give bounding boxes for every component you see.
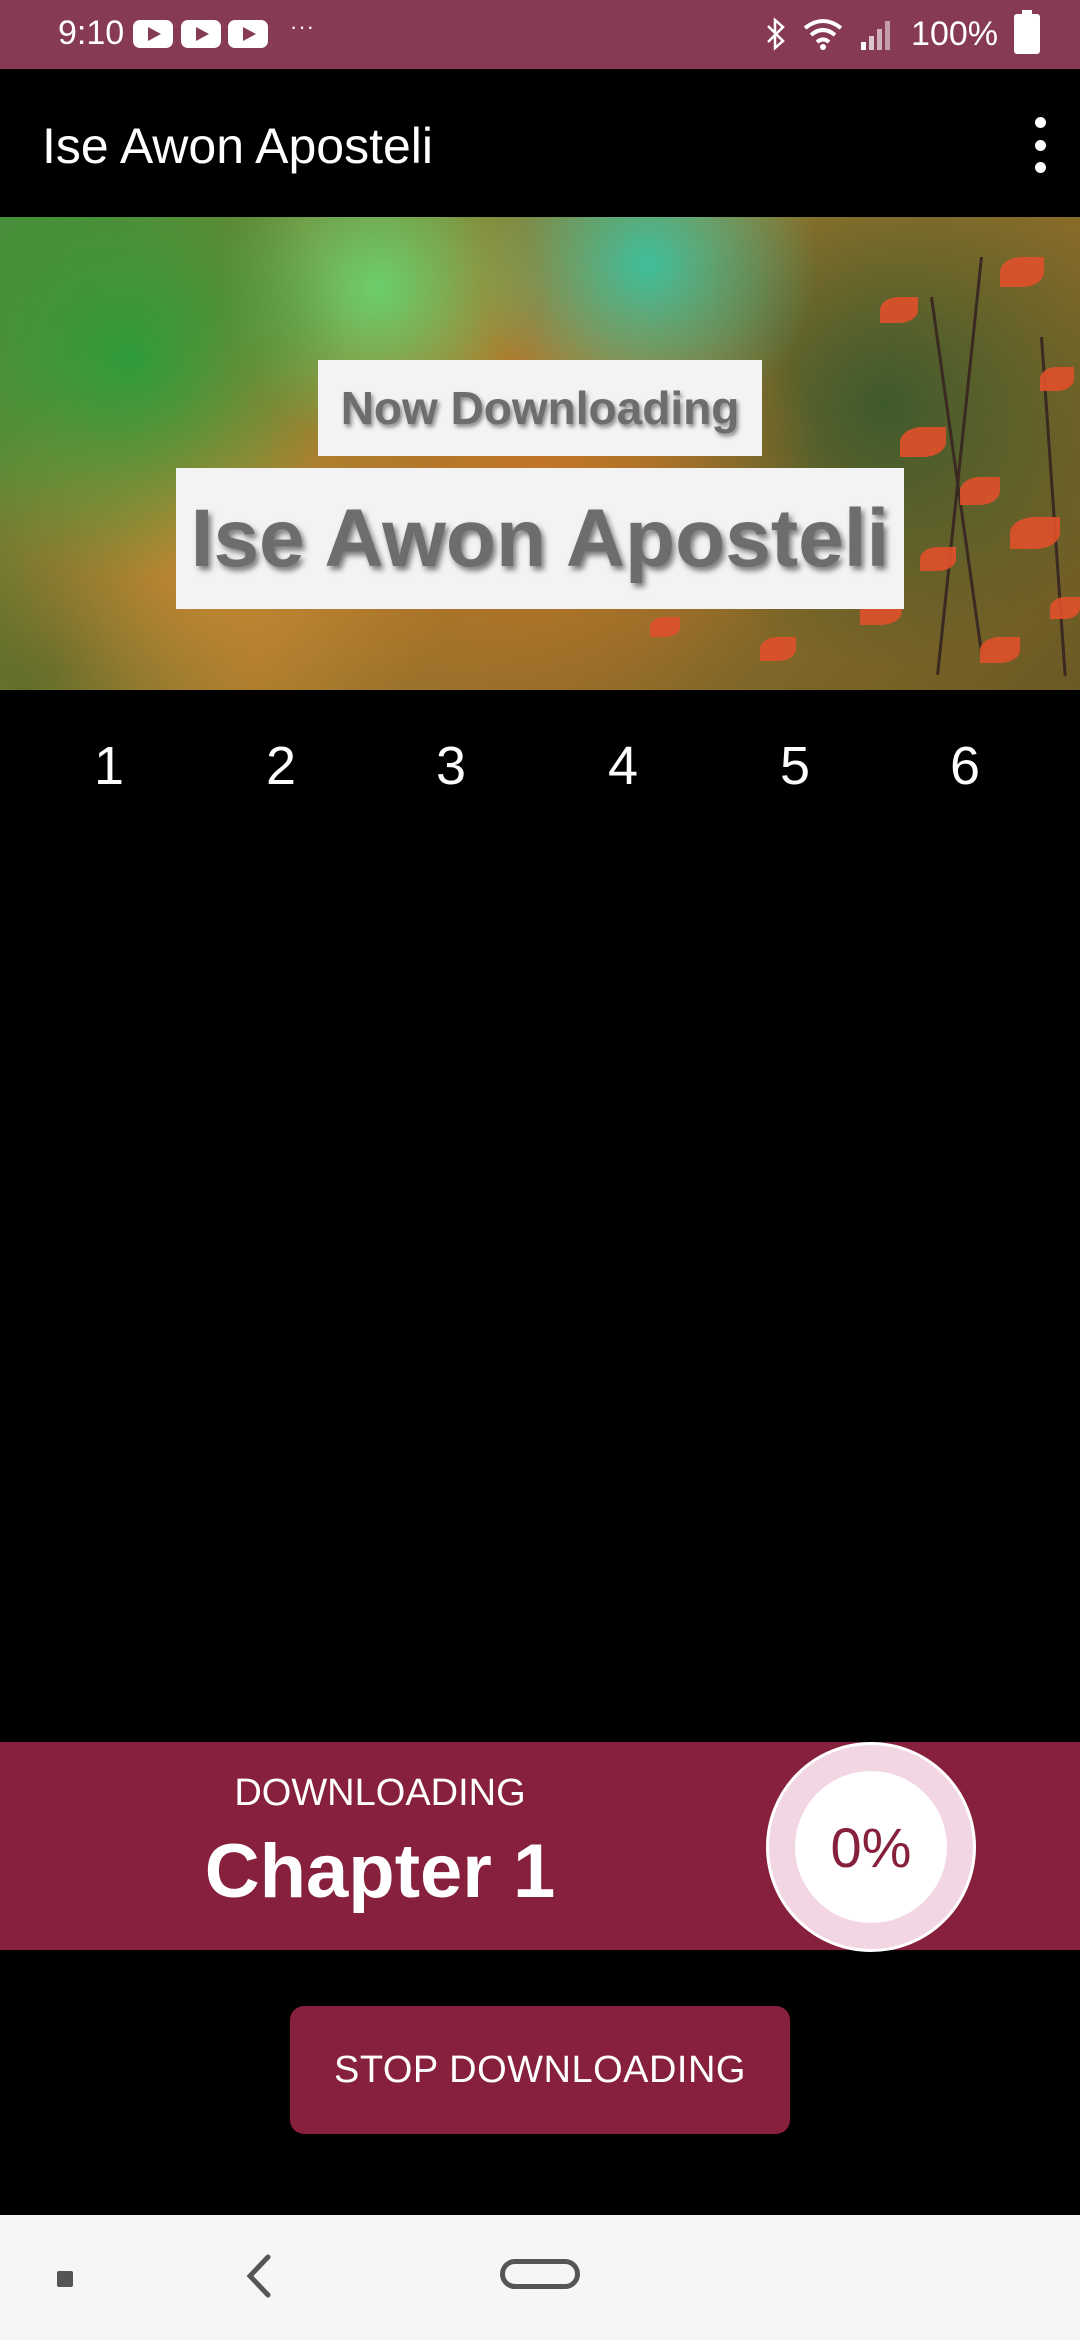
decorative-leaf [1040, 367, 1074, 391]
banner-image: Now Downloading Ise Awon Aposteli [0, 217, 1080, 690]
youtube-icon [228, 20, 268, 48]
progress-inner: 0% [795, 1771, 947, 1923]
chapter-item[interactable]: 4 [578, 735, 668, 797]
banner-book-title: Ise Awon Aposteli [176, 468, 904, 609]
decorative-leaf [980, 637, 1020, 663]
downloading-chapter: Chapter 1 [204, 1829, 556, 1914]
chapter-item[interactable]: 6 [920, 735, 1010, 797]
chapter-list: 1 2 3 4 5 6 [0, 735, 1080, 805]
progress-percent: 0% [830, 1815, 912, 1879]
decorative-leaf [920, 547, 956, 571]
decorative-leaf [1010, 517, 1060, 549]
download-status-label: DOWNLOADING [234, 1772, 526, 1814]
home-icon[interactable] [500, 2259, 580, 2289]
app-bar: Ise Awon Aposteli [0, 69, 1080, 217]
decorative-leaf [650, 617, 680, 637]
stop-downloading-button[interactable]: STOP DOWNLOADING [290, 2006, 790, 2134]
overflow-dot [1034, 117, 1046, 128]
status-bar: 9:10 ··· 100% [0, 0, 1080, 69]
system-nav-bar [0, 2215, 1080, 2340]
battery-percent: 100% [911, 14, 998, 53]
overflow-dot [1034, 162, 1046, 173]
more-vert-icon[interactable] [1028, 117, 1052, 173]
chapter-item[interactable]: 3 [406, 735, 496, 797]
chapter-item[interactable]: 5 [750, 735, 840, 797]
decorative-leaf [900, 427, 946, 457]
overflow-dot [1034, 139, 1046, 151]
bluetooth-icon [767, 17, 785, 51]
status-time: 9:10 [58, 14, 125, 52]
wifi-icon [803, 19, 843, 50]
decorative-leaf [960, 477, 1000, 505]
youtube-icon [133, 20, 173, 48]
progress-circle: 0% [766, 1742, 976, 1952]
more-notifications-icon: ··· [290, 14, 315, 39]
youtube-icon [181, 20, 221, 48]
now-downloading-label: Now Downloading [318, 360, 762, 456]
download-panel: DOWNLOADING Chapter 1 0% [0, 1742, 1080, 1952]
app-title: Ise Awon Aposteli [42, 118, 434, 174]
cell-signal-icon [861, 21, 891, 50]
decorative-leaf [1050, 597, 1080, 619]
back-icon[interactable] [240, 2251, 280, 2301]
chapter-item[interactable]: 1 [64, 735, 154, 797]
recent-apps-icon[interactable] [57, 2271, 73, 2287]
decorative-leaf [880, 297, 918, 323]
decorative-leaf [760, 637, 796, 661]
decorative-leaf [1000, 257, 1044, 287]
battery-icon [1014, 10, 1040, 54]
chapter-item[interactable]: 2 [236, 735, 326, 797]
